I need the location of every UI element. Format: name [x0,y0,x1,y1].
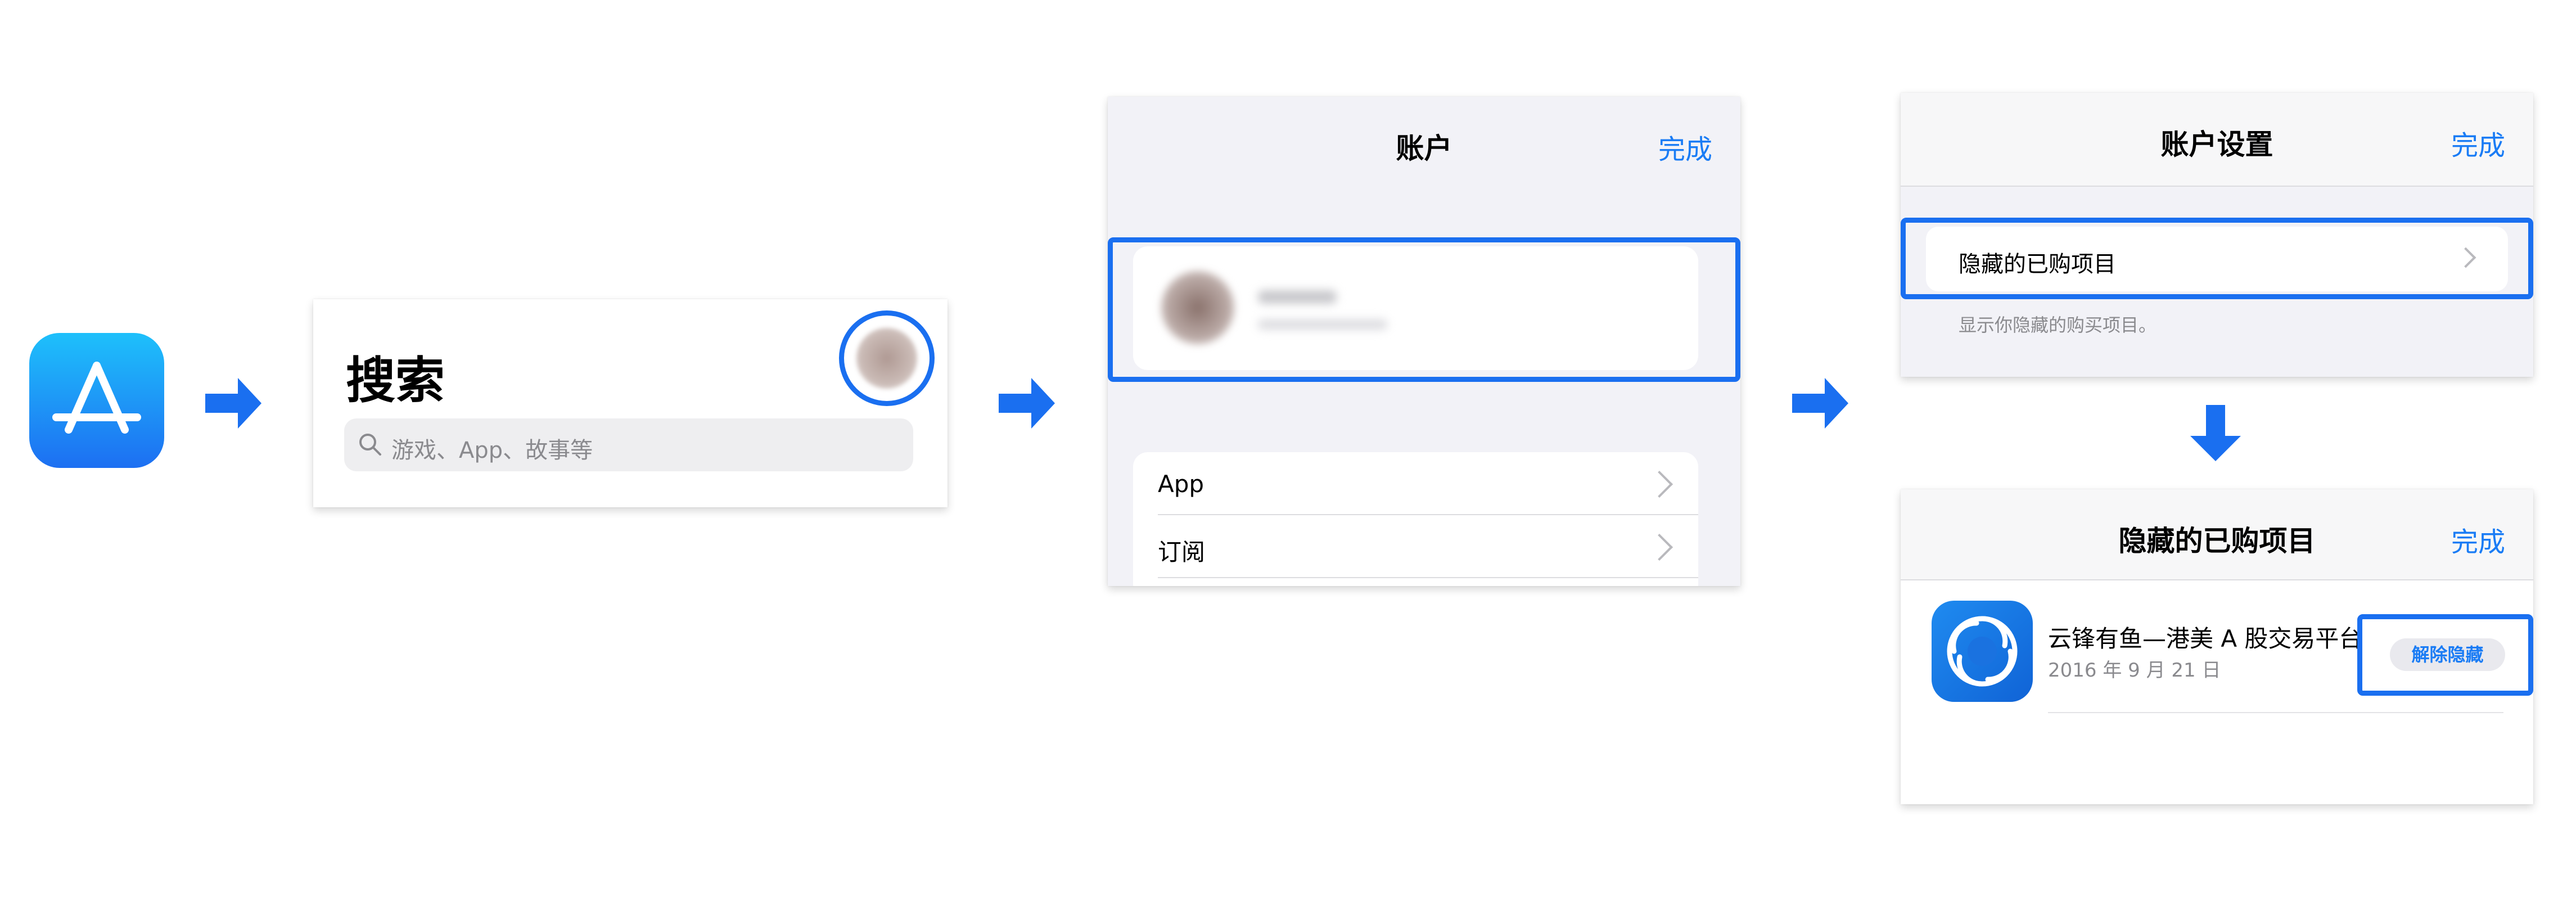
done-button[interactable]: 完成 [2451,520,2505,559]
list-item-label: 订阅 [1158,538,1206,566]
done-button[interactable]: 完成 [1658,127,1712,166]
app-date: 2016 年 9 月 21 日 [2048,659,2221,682]
hidden-purchases-caption: 显示你隐藏的购买项目。 [1959,314,2157,336]
nav-title: 隐藏的已购项目 [2118,525,2316,557]
row-divider [2048,712,2503,713]
list-item[interactable]: App [1133,452,1698,515]
nav-title: 账户 [1396,132,1452,165]
list-item-label: App [1158,470,1204,498]
done-button[interactable]: 完成 [2451,123,2505,163]
app-store-icon[interactable] [29,333,164,468]
aperture-icon [1947,616,2018,687]
list-item[interactable]: 订阅 [1133,515,1698,578]
arrow-right-icon [1792,378,1848,429]
menu-list: App 订阅 [1133,452,1698,586]
search-input[interactable]: 游戏、App、故事等 [344,418,913,471]
hidden-purchases-panel: 隐藏的已购项目 完成 云锋有鱼—港美 A 股交易平台 2016 年 9 月 21… [1901,489,2533,804]
chevron-right-icon [1645,470,1673,498]
account-settings-panel: 账户设置 完成 隐藏的已购项目 显示你隐藏的购买项目。 [1901,93,2533,377]
app-store-glyph-icon [52,362,141,434]
arrow-right-icon [999,378,1055,429]
search-placeholder: 游戏、App、故事等 [391,438,593,463]
app-icon [1932,601,2033,702]
search-panel: 搜索 游戏、App、故事等 [313,299,948,507]
highlight-frame [1901,218,2533,299]
app-name: 云锋有鱼—港美 A 股交易平台 [2048,625,2363,652]
arrow-right-icon [205,378,261,429]
nav-title: 账户设置 [2160,128,2273,161]
highlight-frame [2357,614,2533,696]
chevron-right-icon [1645,533,1673,561]
search-icon [359,434,381,456]
highlight-frame [1108,237,1740,382]
page-title: 搜索 [346,352,445,409]
account-panel: 账户 完成 App 订阅 [1108,97,1740,586]
avatar[interactable] [839,310,935,406]
arrow-down-icon [2190,405,2241,461]
